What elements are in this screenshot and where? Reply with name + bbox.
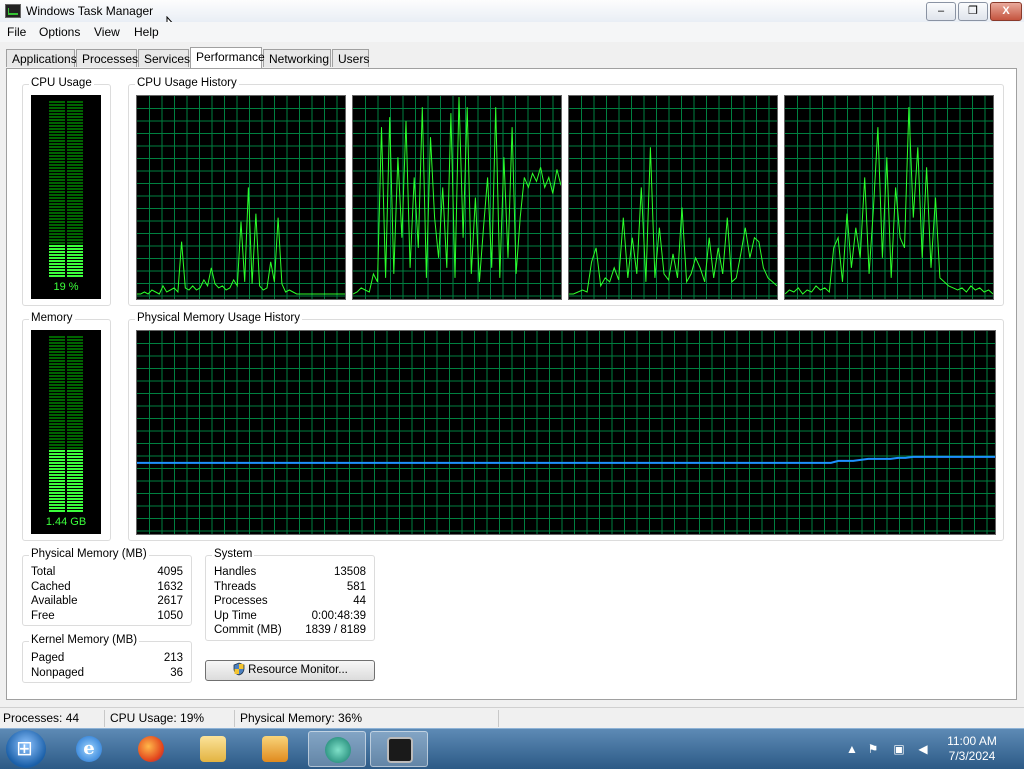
- tab-networking[interactable]: Networking: [263, 49, 331, 67]
- cpu-usage-group: CPU Usage 19 %: [22, 77, 111, 306]
- taskbar-media-player[interactable]: [246, 731, 304, 767]
- close-button[interactable]: X: [990, 2, 1022, 21]
- taskbar: e ▲ ⚑ ▣ ◀ 11:00 AM 7/3/2024: [0, 728, 1024, 769]
- firefox-icon: [138, 736, 164, 762]
- kernel-memory-group: Kernel Memory (MB) Paged 213 Nonpaged 36: [22, 634, 192, 683]
- stat-nonpaged: Nonpaged 36: [31, 667, 183, 679]
- physical-memory-title: Physical Memory (MB): [29, 548, 149, 560]
- minimize-button[interactable]: ‒: [926, 2, 956, 21]
- volume-muted-icon[interactable]: ◀: [916, 742, 930, 756]
- cpu-history-line: [785, 107, 993, 295]
- cpu-usage-bars: [49, 101, 83, 277]
- memory-group: Memory 1.44 GB: [22, 312, 111, 541]
- clock-date: 7/3/2024: [948, 749, 996, 763]
- cpu-usage-history-label: CPU Usage History: [135, 77, 239, 89]
- network-icon[interactable]: ▣: [892, 742, 906, 756]
- cpu-core-2-graph: [352, 95, 562, 300]
- status-bar: Processes: 44 CPU Usage: 19% Physical Me…: [0, 707, 1024, 729]
- stat-up-time: Up Time 0:00:48:39: [214, 610, 366, 622]
- memory-usage-history-label: Physical Memory Usage History: [135, 312, 302, 324]
- stat-free: Free 1050: [31, 610, 183, 622]
- status-separator: [104, 710, 105, 727]
- cpu-core-1-graph: [136, 95, 346, 300]
- memory-label: Memory: [29, 312, 75, 324]
- action-center-flag-icon[interactable]: ⚑: [866, 742, 880, 756]
- kernel-memory-title: Kernel Memory (MB): [29, 634, 140, 646]
- file-explorer-icon: [200, 736, 226, 762]
- status-cpu-usage: CPU Usage: 19%: [110, 711, 205, 725]
- title-bar[interactable]: Windows Task Manager ‒ ❐ X: [0, 0, 1024, 23]
- performance-panel: CPU Usage 19 % CPU Usage History Memory …: [6, 68, 1017, 700]
- window-title: Windows Task Manager: [26, 4, 154, 18]
- memory-history-line: [137, 455, 995, 464]
- stat-processes: Processes 44: [214, 595, 366, 607]
- app-icon: [325, 737, 351, 763]
- taskbar-firefox[interactable]: [122, 731, 180, 767]
- task-manager-app-icon: [5, 4, 21, 18]
- status-processes: Processes: 44: [3, 711, 80, 725]
- memory-bars: [49, 336, 83, 512]
- maximize-button[interactable]: ❐: [958, 2, 988, 21]
- tab-performance[interactable]: Performance: [190, 47, 265, 68]
- cpu-usage-history-group: CPU Usage History: [128, 77, 1004, 306]
- cpu-usage-meter: 19 %: [31, 95, 101, 299]
- system-title: System: [212, 548, 255, 560]
- taskbar-task-manager[interactable]: [370, 731, 428, 767]
- system-clock[interactable]: 11:00 AM 7/3/2024: [940, 734, 1004, 764]
- memory-meter: 1.44 GB: [31, 330, 101, 534]
- stat-cached: Cached 1632: [31, 581, 183, 593]
- internet-explorer-icon: e: [76, 736, 102, 762]
- tab-users[interactable]: Users: [332, 49, 369, 67]
- stat-total: Total 4095: [31, 566, 183, 578]
- status-physical-memory: Physical Memory: 36%: [240, 711, 363, 725]
- cpu-usage-label: CPU Usage: [29, 77, 94, 89]
- memory-usage-history-group: Physical Memory Usage History: [128, 312, 1004, 541]
- menu-options[interactable]: Options: [39, 25, 80, 39]
- taskbar-internet-explorer[interactable]: e: [60, 731, 118, 767]
- memory-value: 1.44 GB: [45, 516, 87, 528]
- show-hidden-icons-icon[interactable]: ▲: [845, 742, 859, 756]
- shield-icon: [233, 662, 245, 676]
- physical-memory-group: Physical Memory (MB) Total 4095 Cached 163…: [22, 548, 192, 626]
- taskbar-app[interactable]: [308, 731, 366, 767]
- cpu-core-3-graph: [568, 95, 778, 300]
- tab-services[interactable]: Services: [138, 49, 190, 67]
- media-player-icon: [262, 736, 288, 762]
- resource-monitor-button[interactable]: Resource Monitor...: [205, 660, 375, 681]
- taskbar-file-explorer[interactable]: [184, 731, 242, 767]
- stat-handles: Handles 13508: [214, 566, 366, 578]
- cpu-usage-value: 19 %: [53, 281, 79, 293]
- tab-applications[interactable]: Applications: [6, 49, 77, 67]
- start-button[interactable]: [6, 730, 46, 768]
- cpu-core-4-graph: [784, 95, 994, 300]
- status-separator: [234, 710, 235, 727]
- menu-bar: File Options View Help: [0, 22, 1024, 42]
- resource-monitor-label: Resource Monitor...: [248, 664, 348, 676]
- task-manager-icon: [387, 737, 413, 763]
- status-separator: [498, 710, 499, 727]
- stat-commit: Commit (MB) 1839 / 8189: [214, 624, 366, 636]
- stat-available: Available 2617: [31, 595, 183, 607]
- stat-paged: Paged 213: [31, 652, 183, 664]
- cpu-history-line: [137, 187, 345, 295]
- stat-threads: Threads 581: [214, 581, 366, 593]
- system-group: System Handles 13508 Threads 581 Processes…: [205, 548, 375, 641]
- clock-time: 11:00 AM: [947, 734, 997, 748]
- menu-help[interactable]: Help: [134, 25, 159, 39]
- menu-view[interactable]: View: [94, 25, 120, 39]
- memory-history-graph: [136, 330, 996, 535]
- menu-file[interactable]: File: [7, 25, 26, 39]
- tab-processes[interactable]: Processes: [76, 49, 138, 67]
